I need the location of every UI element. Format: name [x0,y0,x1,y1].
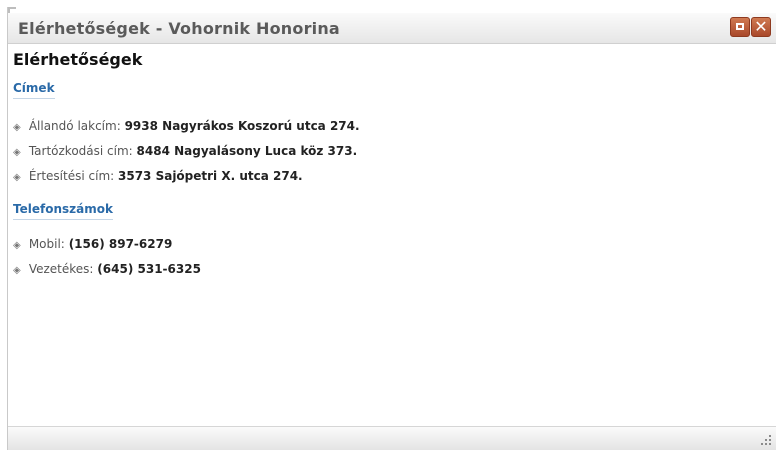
maximize-button[interactable] [730,17,750,37]
address-row-permanent: ◈ Állandó lakcím: 9938 Nagyrákos Koszorú… [13,119,360,133]
address-value: 3573 Sajópetri X. utca 274. [118,169,303,183]
diamond-bullet-icon: ◈ [13,265,21,276]
section-heading-addresses: Címek [13,81,55,99]
phone-label: Mobil: [28,237,65,251]
phone-row-landline: ◈ Vezetékes: (645) 531-6325 [13,262,201,276]
window-titlebar[interactable]: Elérhetőségek - Vohornik Honorina ✕ [8,13,776,44]
diamond-bullet-icon: ◈ [13,172,21,183]
diamond-bullet-icon: ◈ [13,122,21,133]
phone-value: (645) 531-6325 [97,262,201,276]
address-value: 9938 Nagyrákos Koszorú utca 274. [124,119,360,133]
address-row-residence: ◈ Tartózkodási cím: 8484 Nagyalásony Luc… [13,144,357,158]
close-icon: ✕ [754,17,768,36]
address-row-notification: ◈ Értesítési cím: 3573 Sajópetri X. utca… [13,169,303,183]
address-label: Állandó lakcím: [28,119,121,133]
address-label: Értesítési cím: [28,169,115,183]
resize-grip-icon[interactable] [761,435,771,445]
phone-label: Vezetékes: [28,262,94,276]
phone-row-mobile: ◈ Mobil: (156) 897-6279 [13,237,172,251]
diamond-bullet-icon: ◈ [13,240,21,251]
address-value: 8484 Nagyalásony Luca köz 373. [136,144,358,158]
contact-window: Elérhetőségek - Vohornik Honorina ✕ Elér… [7,7,776,450]
window-statusbar [8,426,776,450]
maximize-icon [736,23,744,30]
section-heading-phones: Telefonszámok [13,202,113,220]
diamond-bullet-icon: ◈ [13,147,21,158]
phone-value: (156) 897-6279 [68,237,173,251]
page-title: Elérhetőségek [13,50,143,69]
address-label: Tartózkodási cím: [28,144,133,158]
window-title: Elérhetőségek - Vohornik Honorina [18,19,340,38]
close-button[interactable]: ✕ [751,17,771,37]
